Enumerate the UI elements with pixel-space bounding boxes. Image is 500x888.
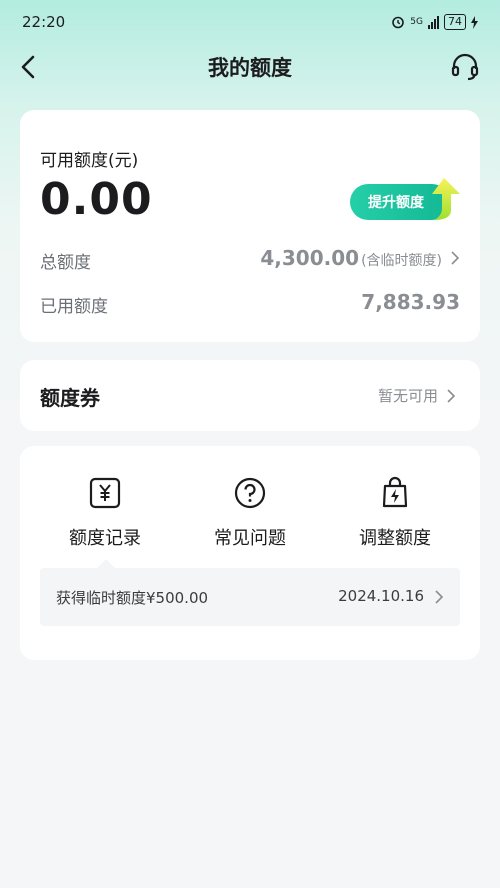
chevron-right-icon	[451, 251, 460, 265]
signal-icon	[428, 15, 439, 29]
page-title: 我的额度	[208, 56, 292, 80]
status-time: 22:20	[22, 13, 66, 31]
menu-card: 额度记录 常见问题 调整额度 获得临时额度¥500.00 2024.10.16	[20, 446, 480, 660]
total-quota-note: (含临时额度)	[361, 253, 442, 269]
status-icons: 5G 74	[391, 14, 478, 30]
network-type: 5G	[410, 17, 423, 27]
menu-item-faq[interactable]: 常见问题	[185, 476, 315, 556]
alarm-icon	[392, 16, 405, 29]
quota-coupon-card[interactable]: 额度券 暂无可用	[20, 360, 480, 431]
record-description: 获得临时额度¥500.00	[56, 589, 209, 607]
used-quota-row: 7,883.93	[361, 290, 460, 314]
battery-level: 74	[444, 14, 466, 30]
quota-coupon-status-text: 暂无可用	[377, 387, 438, 405]
total-quota-row[interactable]: 4,300.00 (含临时额度)	[260, 246, 460, 270]
nav-bar: 我的额度	[0, 44, 500, 90]
up-arrow-icon	[432, 178, 460, 220]
menu-item-quota-record[interactable]: 额度记录	[40, 476, 170, 556]
used-quota-value: 7,883.93	[361, 290, 460, 314]
record-pointer	[97, 559, 115, 568]
quota-coupon-title: 额度券	[40, 386, 100, 410]
back-button[interactable]	[16, 52, 44, 82]
quota-coupon-status: 暂无可用	[378, 385, 456, 406]
used-quota-label: 已用额度	[40, 297, 108, 317]
available-quota-value: 0.00	[40, 174, 153, 225]
menu-item-label: 常见问题	[214, 528, 286, 549]
menu-item-adjust-quota[interactable]: 调整额度	[330, 476, 460, 556]
available-quota-label: 可用额度(元)	[40, 151, 139, 171]
raise-quota-button[interactable]: 提升额度	[350, 178, 462, 222]
latest-record-row[interactable]: 获得临时额度¥500.00 2024.10.16	[40, 559, 460, 626]
yen-receipt-icon	[89, 477, 121, 509]
customer-service-button[interactable]	[450, 52, 480, 82]
status-bar: 22:20 5G 74	[0, 0, 500, 44]
chevron-right-icon	[435, 590, 444, 604]
menu-item-label: 调整额度	[359, 528, 431, 549]
record-date: 2024.10.16	[338, 587, 424, 605]
total-quota-label: 总额度	[40, 253, 91, 273]
menu-item-label: 额度记录	[69, 528, 141, 549]
total-quota-value: 4,300.00	[260, 246, 360, 270]
question-circle-icon	[234, 477, 266, 509]
chevron-right-icon	[447, 388, 456, 403]
lightning-bag-icon	[382, 476, 408, 508]
quota-card: 可用额度(元) 0.00 提升额度 总额度 4,300.00 (含临时额度) 已…	[20, 110, 480, 342]
charging-icon	[471, 15, 478, 29]
